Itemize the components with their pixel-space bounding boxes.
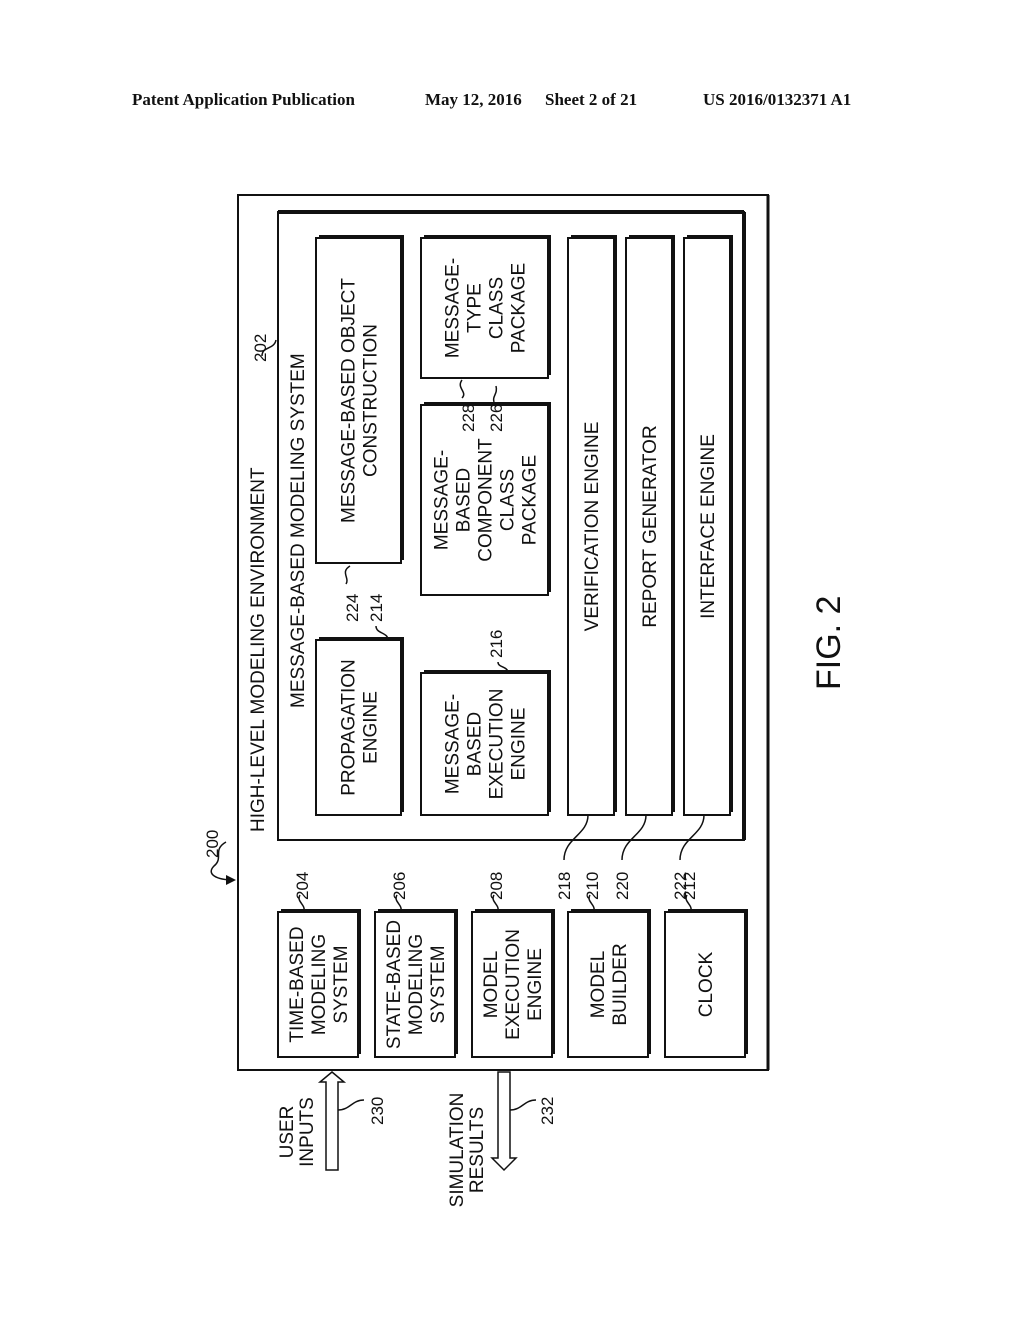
- ref-208: 208: [487, 872, 506, 900]
- left-box-204-line: MODELING: [309, 934, 330, 1035]
- ref-218: 218: [555, 872, 574, 900]
- bar-label-222: INTERFACE ENGINE: [698, 434, 719, 619]
- inner-box-216-line: BASED: [465, 712, 486, 776]
- left-box-206-line: SYSTEM: [428, 945, 449, 1023]
- left-box-206-line: MODELING: [406, 934, 427, 1035]
- inner-box-224-line: CONSTRUCTION: [361, 324, 382, 477]
- figure-label: FIG. 2: [810, 596, 848, 690]
- io-arrows: USER INPUTS 230 SIMULATION RESULTS 232: [277, 1071, 557, 1208]
- inner-box-216-line: ENGINE: [509, 708, 530, 781]
- ref-226: 226: [487, 404, 506, 432]
- bar-label-218: VERIFICATION ENGINE: [582, 422, 603, 632]
- inner-box-214-line: ENGINE: [361, 691, 382, 764]
- inner-box-228-line: PACKAGE: [509, 263, 530, 353]
- ref-228: 228: [459, 404, 478, 432]
- inner-box-224-line: MESSAGE-BASED OBJECT: [339, 278, 360, 523]
- left-box-204-line: TIME-BASED: [287, 926, 308, 1042]
- inner-box-228-line: CLASS: [487, 277, 508, 339]
- arrowhead-200: [226, 875, 236, 885]
- left-box-204-line: SYSTEM: [331, 945, 352, 1023]
- ref-214: 214: [367, 594, 386, 622]
- simulation-results-label-line: SIMULATION: [447, 1093, 468, 1208]
- left-box-210-line: BUILDER: [610, 943, 631, 1025]
- user-inputs-arrow: [317, 1071, 347, 1171]
- ref-232: 232: [538, 1097, 557, 1125]
- inner-box-214-line: PROPAGATION: [339, 659, 360, 796]
- inner-box-226-line: BASED: [454, 468, 475, 532]
- simulation-results-label-line: RESULTS: [467, 1107, 488, 1193]
- subsystem-title: MESSAGE-BASED MODELING SYSTEM: [288, 353, 309, 708]
- leader-230: [337, 1099, 365, 1111]
- left-box-208-line: EXECUTION: [503, 929, 524, 1040]
- ref-224: 224: [343, 594, 362, 622]
- inner-box-216-line: MESSAGE-: [443, 694, 464, 794]
- left-box-212-line: CLOCK: [696, 951, 717, 1017]
- inner-box-226-line: COMPONENT: [476, 438, 497, 562]
- environment-title: HIGH-LEVEL MODELING ENVIRONMENT: [248, 467, 269, 832]
- bar-label-220: REPORT GENERATOR: [640, 425, 661, 627]
- ref-204: 204: [293, 872, 312, 900]
- left-box-206-line: STATE-BASED: [384, 920, 405, 1049]
- simulation-results-arrow: [490, 1071, 518, 1172]
- inner-components: PROPAGATION ENGINE MESSAGE- BASED EXECUTION E…: [315, 235, 551, 816]
- ref-212: 212: [680, 872, 699, 900]
- figure-diagram: HIGH-LEVEL MODELING ENVIRONMENT 200 MESS…: [203, 194, 848, 1208]
- ref-220: 220: [613, 872, 632, 900]
- ref-206: 206: [390, 872, 409, 900]
- inner-box-216-line: EXECUTION: [487, 689, 508, 800]
- user-inputs-label-line: USER: [277, 1106, 298, 1159]
- ref-230: 230: [368, 1097, 387, 1125]
- left-box-208-line: ENGINE: [525, 948, 546, 1021]
- leader-232: [509, 1099, 537, 1111]
- inner-box-228-line: MESSAGE-: [443, 258, 464, 358]
- user-inputs-label-line: INPUTS: [297, 1097, 318, 1167]
- left-box-208-line: MODEL: [481, 951, 502, 1019]
- inner-box-226-line: CLASS: [498, 469, 519, 531]
- ref-210: 210: [583, 872, 602, 900]
- engine-bars: VERIFICATION ENGINE 218 REPORT GENERATOR 22…: [555, 235, 733, 900]
- inner-box-226-line: MESSAGE-: [432, 450, 453, 550]
- inner-box-228-line: TYPE: [465, 283, 486, 333]
- inner-box-226-line: PACKAGE: [520, 455, 541, 545]
- left-box-210-line: MODEL: [588, 951, 609, 1019]
- ref-216: 216: [487, 630, 506, 658]
